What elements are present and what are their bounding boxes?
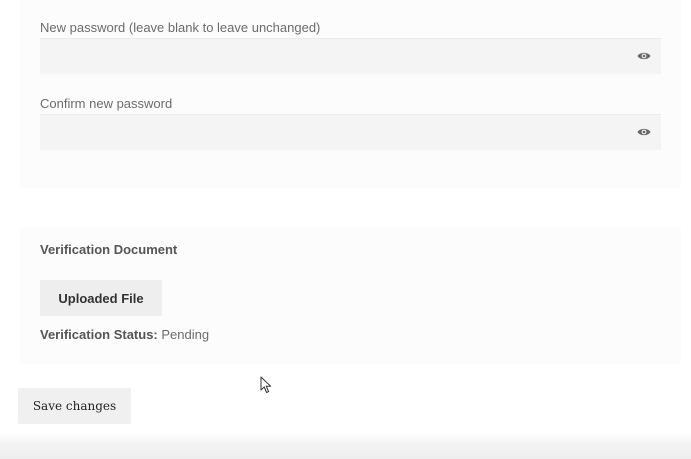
verification-status-label: Verification Status:	[40, 327, 158, 342]
footer-bar	[0, 433, 691, 459]
new-password-field[interactable]	[40, 38, 661, 74]
new-password-label: New password (leave blank to leave uncha…	[40, 20, 321, 35]
verification-document-title: Verification Document	[40, 242, 178, 257]
confirm-password-input[interactable]	[40, 115, 620, 150]
account-settings-page: New password (leave blank to leave uncha…	[0, 0, 691, 459]
verification-status: Verification Status: Pending	[40, 327, 209, 343]
eye-icon[interactable]	[637, 127, 651, 137]
verification-status-value: Pending	[161, 327, 210, 342]
new-password-input[interactable]	[40, 39, 620, 74]
save-changes-button[interactable]: Save changes	[18, 388, 131, 424]
confirm-password-label: Confirm new password	[40, 96, 173, 111]
uploaded-file-button[interactable]: Uploaded File	[40, 280, 162, 316]
eye-icon[interactable]	[637, 51, 651, 61]
mouse-pointer-icon	[260, 376, 272, 393]
confirm-password-field[interactable]	[40, 114, 661, 150]
